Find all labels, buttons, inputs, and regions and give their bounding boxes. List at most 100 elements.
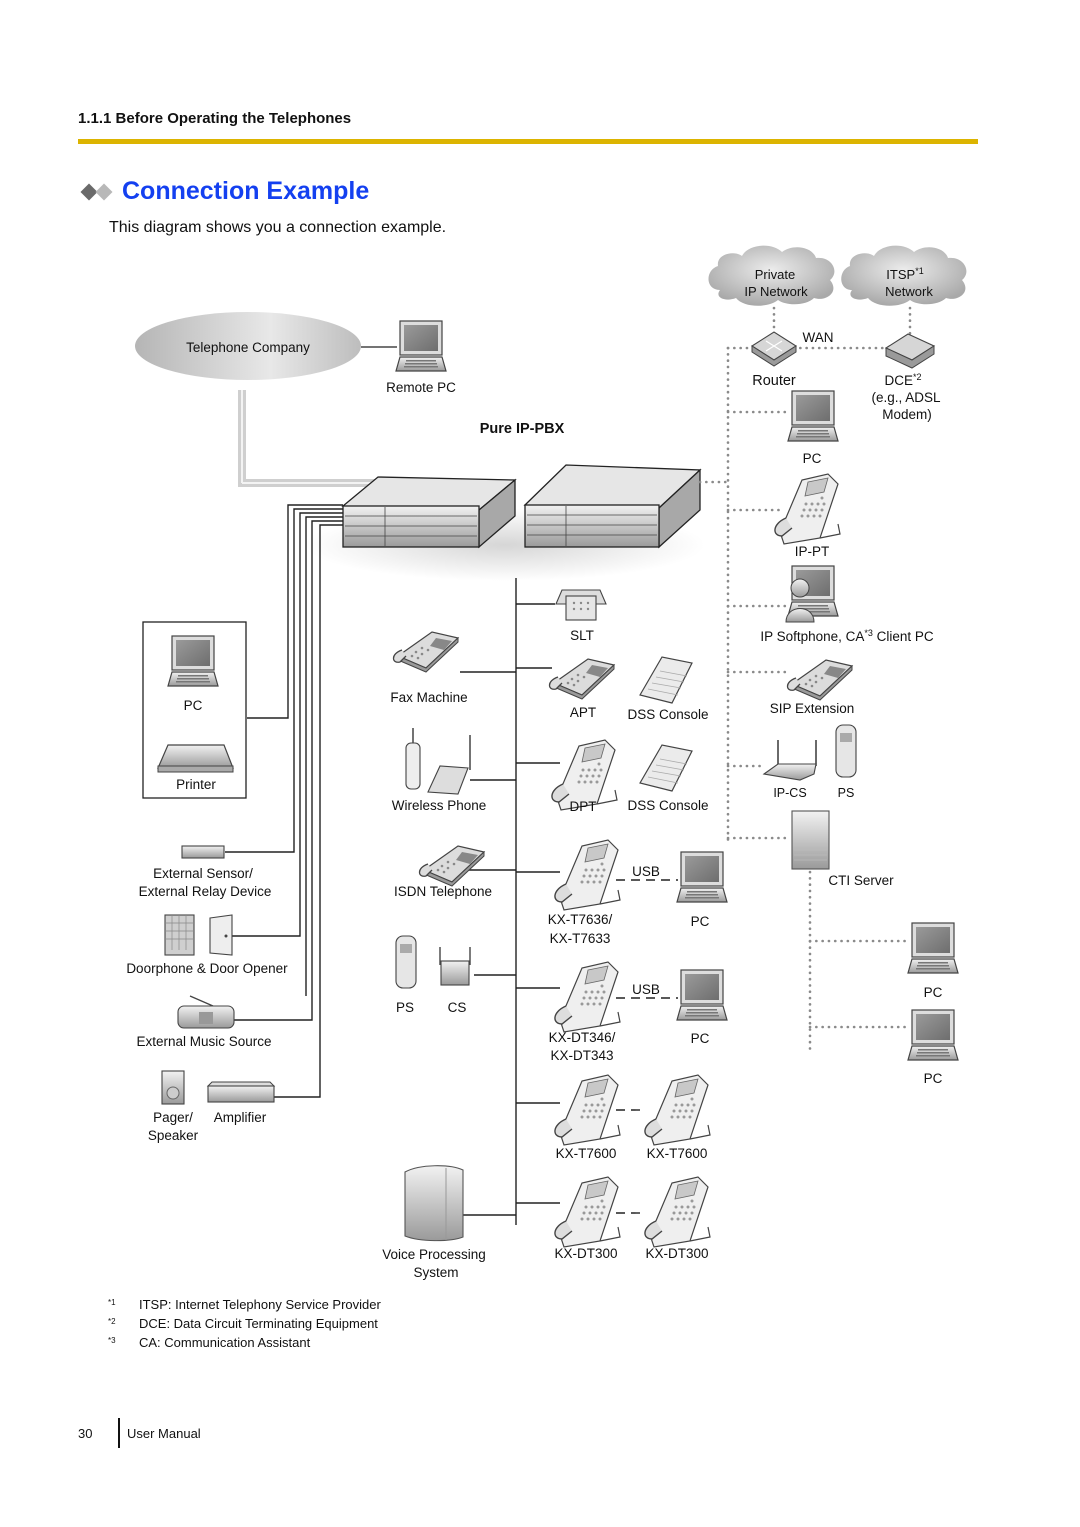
right-ps-label: PS [838, 786, 855, 800]
telephone-company-label: Telephone Company [186, 340, 310, 355]
footnote-mark: *3 [108, 1336, 116, 1345]
slt-icon [555, 589, 607, 621]
cs-base-station-icon [439, 947, 471, 986]
kx-dt300-1-label: KX-DT300 [554, 1246, 617, 1261]
left-cable-bundle [225, 504, 343, 1098]
private-network-label-2: IP Network [744, 284, 808, 299]
ip-softphone-label: IP Softphone, CA*3 Client PC [760, 628, 934, 644]
fax-machine-icon [392, 631, 459, 673]
cti-server-label: CTI Server [828, 873, 894, 888]
cti-pc-2-icon [907, 1009, 959, 1061]
dce-note-2: Modem) [882, 407, 932, 422]
dss-console-1-label: DSS Console [627, 707, 708, 722]
slt-label: SLT [570, 628, 594, 643]
pager-label-2: Speaker [148, 1128, 199, 1143]
sip-extension-icon [786, 659, 853, 701]
isdn-telephone-label: ISDN Telephone [394, 884, 492, 899]
cti-pc-1-icon [907, 922, 959, 974]
pc-usb-2-icon [676, 969, 728, 1021]
cti-pc-1-label: PC [924, 985, 943, 1000]
dss-console-1-icon [639, 656, 693, 704]
right-pc-label: PC [803, 451, 822, 466]
footnote-mark: *2 [108, 1317, 116, 1326]
left-pc-label: PC [184, 698, 203, 713]
kx-t7636-label-1: KX-T7636/ [548, 912, 613, 927]
ip-softphone-icon [785, 565, 839, 623]
router-icon [750, 331, 798, 367]
ps-label: PS [396, 1000, 414, 1015]
footnote-text: ITSP: Internet Telephony Service Provide… [139, 1297, 381, 1312]
footnote-text: DCE: Data Circuit Terminating Equipment [139, 1316, 378, 1331]
footnote-mark: *1 [108, 1298, 116, 1307]
kx-dt300-2-label: KX-DT300 [645, 1246, 708, 1261]
door-opener-icon [209, 914, 233, 956]
external-sensor-icon [181, 845, 225, 859]
right-ps-handset-icon [835, 724, 857, 778]
pager-label-1: Pager/ [153, 1110, 193, 1125]
wireless-phone-label: Wireless Phone [392, 798, 487, 813]
kx-t7600-1-icon [554, 1074, 621, 1146]
ip-pt-label: IP-PT [795, 544, 830, 559]
kx-t7636-icon [554, 839, 621, 911]
music-source-icon [177, 995, 235, 1029]
pbx-label: Pure IP-PBX [480, 421, 565, 437]
dce-note-1: (e.g., ADSL [871, 390, 941, 405]
kx-dt346-label-2: KX-DT343 [550, 1048, 613, 1063]
external-sensor-label-2: External Relay Device [139, 884, 272, 899]
fax-machine-label: Fax Machine [390, 690, 467, 705]
document-name: User Manual [127, 1425, 201, 1441]
wan-label: WAN [803, 330, 834, 345]
dpt-label: DPT [570, 799, 597, 814]
vps-label-1: Voice Processing [382, 1247, 486, 1262]
footnote-text: CA: Communication Assistant [139, 1335, 311, 1350]
kx-dt346-label-1: KX-DT346/ [549, 1030, 616, 1045]
isdn-telephone-icon [418, 845, 485, 887]
dce-label: DCE*2 [884, 372, 921, 388]
kx-t7636-label-2: KX-T7633 [550, 931, 611, 946]
pc-usb-2-label: PC [691, 1031, 710, 1046]
itsp-network-cloud: ITSP*1 Network [841, 245, 967, 306]
page-number: 30 [78, 1425, 93, 1441]
kx-t7600-1-label: KX-T7600 [556, 1146, 617, 1161]
private-network-label-1: Private [755, 267, 795, 282]
sip-extension-label: SIP Extension [770, 701, 855, 716]
apt-label: APT [570, 705, 596, 720]
remote-pc-icon [395, 320, 447, 372]
amplifier-icon [206, 1081, 276, 1103]
speaker-icon [161, 1070, 185, 1105]
itsp-label-2: Network [885, 284, 933, 299]
doorphone-icon [164, 914, 195, 956]
wireless-phone-icon [405, 728, 471, 795]
private-ip-network-cloud: Private IP Network [708, 245, 835, 306]
kx-dt346-icon [554, 961, 621, 1033]
dss-console-2-label: DSS Console [627, 798, 708, 813]
usb-label-1: USB [632, 864, 660, 879]
footnote-2: *2 DCE: Data Circuit Terminating Equipme… [108, 1316, 381, 1335]
music-source-label: External Music Source [136, 1034, 271, 1049]
footer-divider [118, 1418, 120, 1448]
doorphone-label: Doorphone & Door Opener [126, 961, 288, 976]
footnote-3: *3 CA: Communication Assistant [108, 1335, 381, 1354]
vps-label-2: System [413, 1265, 458, 1280]
kx-t7600-2-icon [644, 1074, 711, 1146]
amplifier-label: Amplifier [214, 1110, 267, 1125]
cs-label: CS [448, 1000, 467, 1015]
ps-handset-icon [395, 935, 417, 989]
ip-cs-icon [762, 740, 817, 781]
router-label: Router [752, 373, 796, 389]
footnotes: *1 ITSP: Internet Telephony Service Prov… [108, 1297, 381, 1354]
ip-pt-icon [774, 473, 841, 545]
left-pc-icon [167, 635, 219, 687]
printer-icon [157, 744, 234, 773]
dce-modem-icon [884, 333, 936, 369]
pbx-unit-1-icon [341, 476, 517, 549]
pc-usb-1-label: PC [691, 914, 710, 929]
pc-usb-1-icon [676, 851, 728, 903]
extension-trunk [460, 578, 560, 1225]
apt-icon [548, 658, 615, 700]
footnote-1: *1 ITSP: Internet Telephony Service Prov… [108, 1297, 381, 1316]
voice-processing-system-icon [404, 1165, 464, 1242]
kx-dt300-1-icon [554, 1176, 621, 1248]
dss-console-2-icon [639, 744, 693, 792]
cti-pc-2-label: PC [924, 1071, 943, 1086]
